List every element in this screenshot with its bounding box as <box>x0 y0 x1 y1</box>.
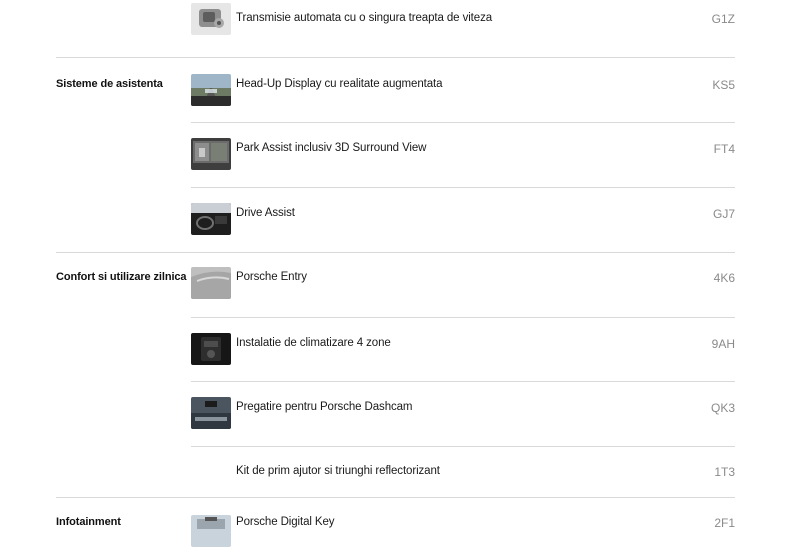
digital-key-icon <box>191 515 231 547</box>
category-label: Infotainment <box>56 516 121 528</box>
dashcam-icon <box>191 397 231 429</box>
option-label: Kit de prim ajutor si triunghi reflector… <box>236 465 440 477</box>
option-code: G1Z <box>711 12 735 26</box>
transmission-icon <box>191 3 231 35</box>
option-label: Park Assist inclusiv 3D Surround View <box>236 142 427 154</box>
drive-assist-icon <box>191 203 231 235</box>
option-code: 1T3 <box>714 465 735 479</box>
option-code: 9AH <box>711 337 735 351</box>
option-row-porsche-entry: Confort si utilizare zilnica Porsche Ent… <box>0 253 790 317</box>
option-label: Transmisie automata cu o singura treapta… <box>236 12 493 24</box>
option-row-dashcam: Pregatire pentru Porsche Dashcam QK3 <box>0 382 790 446</box>
option-code: KS5 <box>712 78 735 92</box>
option-code: 4K6 <box>713 271 735 285</box>
option-label: Porsche Entry <box>236 271 307 283</box>
option-row-digital-key: Infotainment Porsche Digital Key 2F1 <box>0 498 790 547</box>
option-row-drive-assist: Drive Assist GJ7 <box>0 188 790 252</box>
park-assist-icon <box>191 138 231 170</box>
head-up-display-icon <box>191 74 231 106</box>
option-code: 2F1 <box>714 516 735 530</box>
option-label: Porsche Digital Key <box>236 516 335 528</box>
option-label: Instalatie de climatizare 4 zone <box>236 337 391 349</box>
option-label: Pregatire pentru Porsche Dashcam <box>236 401 413 413</box>
option-row-climate-control: Instalatie de climatizare 4 zone 9AH <box>0 318 790 381</box>
option-row-park-assist: Park Assist inclusiv 3D Surround View FT… <box>0 123 790 187</box>
porsche-entry-icon <box>191 267 231 299</box>
option-label: Head-Up Display cu realitate augmentata <box>236 78 443 90</box>
option-row-first-aid-kit: Kit de prim ajutor si triunghi reflector… <box>0 447 790 497</box>
category-label: Confort si utilizare zilnica <box>56 271 187 283</box>
option-row-transmission: Transmisie automata cu o singura treapta… <box>0 0 790 57</box>
climate-control-icon <box>191 333 231 365</box>
option-row-head-up-display: Sisteme de asistenta Head-Up Display cu … <box>0 58 790 122</box>
option-code: QK3 <box>710 401 735 415</box>
option-code: FT4 <box>713 142 735 156</box>
category-label: Sisteme de asistenta <box>56 78 163 90</box>
option-label: Drive Assist <box>236 207 295 219</box>
option-code: GJ7 <box>712 207 735 221</box>
